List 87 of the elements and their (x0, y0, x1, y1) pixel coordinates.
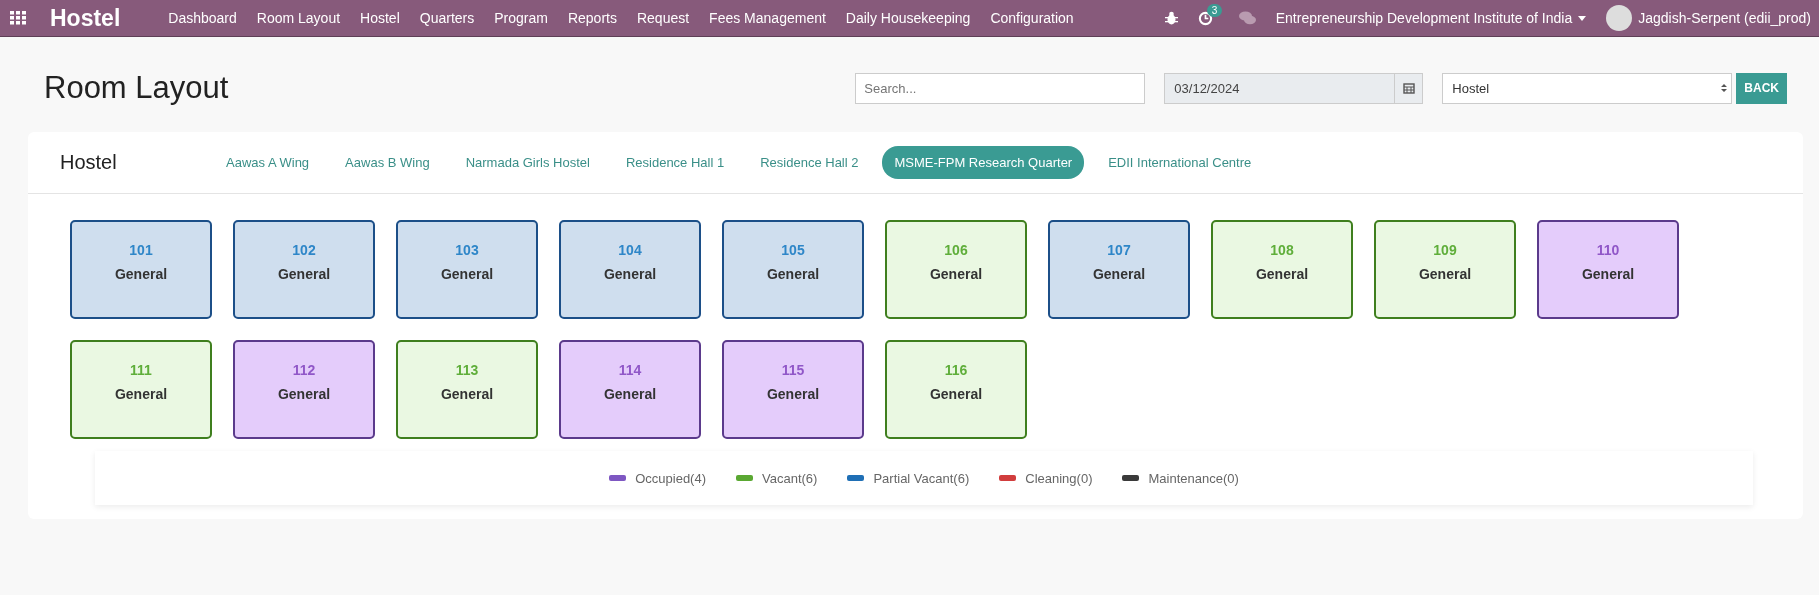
room-number: 102 (292, 242, 316, 258)
room-number: 115 (781, 362, 805, 378)
menu-item[interactable]: Hostel (350, 10, 410, 26)
room-card[interactable]: 110 General (1537, 220, 1679, 319)
room-number: 109 (1433, 242, 1457, 258)
room-number: 111 (130, 362, 152, 378)
room-card[interactable]: 103 General (396, 220, 538, 319)
company-switcher[interactable]: Entrepreneurship Development Institute of India (1275, 10, 1587, 26)
room-number: 114 (618, 362, 642, 378)
room-card[interactable]: 115 General (722, 340, 864, 439)
hostel-tab[interactable]: Narmada Girls Hostel (453, 146, 602, 179)
room-type: General (1092, 266, 1146, 282)
room-type: General (929, 386, 983, 402)
bug-icon[interactable] (1164, 11, 1178, 25)
room-card[interactable]: 116 General (885, 340, 1027, 439)
hostel-tab[interactable]: Aawas B Wing (333, 146, 442, 179)
room-type: General (929, 266, 983, 282)
legend-label: Occupied(4) (635, 470, 706, 486)
room-type: General (603, 386, 657, 402)
legend-label: Maintenance(0) (1148, 470, 1239, 486)
room-type: General (1418, 266, 1472, 282)
apps-menu-icon[interactable] (10, 11, 26, 25)
room-number: 106 (944, 242, 968, 258)
room-number: 104 (618, 242, 642, 258)
room-type: General (114, 386, 168, 402)
page-title: Room Layout (44, 70, 229, 106)
room-number: 116 (944, 362, 968, 378)
room-card[interactable]: 105 General (722, 220, 864, 319)
room-card[interactable]: 106 General (885, 220, 1027, 319)
room-type: General (1255, 266, 1309, 282)
room-card[interactable]: 104 General (559, 220, 701, 319)
room-type: General (440, 266, 494, 282)
menu-item[interactable]: Configuration (980, 10, 1084, 26)
room-number: 112 (292, 362, 316, 378)
room-type: General (766, 386, 820, 402)
legend-label: Cleaning(0) (1025, 470, 1093, 486)
back-button[interactable]: BACK (1736, 72, 1787, 104)
room-type: General (766, 266, 820, 282)
room-type: General (277, 386, 331, 402)
search-field[interactable]: Search... (855, 72, 1146, 104)
room-number: 101 (129, 242, 153, 258)
room-card[interactable]: 107 General (1048, 220, 1190, 319)
panel-title: Hostel (60, 151, 118, 174)
activity-badge: 3 (1206, 3, 1223, 17)
room-type: General (440, 386, 494, 402)
menu-item[interactable]: Fees Management (699, 10, 836, 26)
date-field[interactable]: 03/12/2024 (1164, 72, 1424, 104)
room-number: 107 (1107, 242, 1131, 258)
room-number: 103 (455, 242, 479, 258)
hostel-tab[interactable]: EDII International Centre (1096, 146, 1264, 179)
clock-icon[interactable] (1197, 10, 1213, 26)
menu-item[interactable]: Daily Housekeeping (835, 10, 981, 26)
user-menu[interactable]: Jagdish-Serpent (edii_prod) (1606, 5, 1811, 31)
room-type: General (114, 266, 168, 282)
room-card[interactable]: 111 General (70, 340, 212, 439)
room-card[interactable]: 108 General (1211, 220, 1353, 319)
menu-item[interactable]: Request (626, 10, 700, 26)
menu-item[interactable]: Room Layout (246, 10, 351, 26)
hostel-select[interactable]: Hostel (1442, 72, 1733, 104)
room-card[interactable]: 114 General (559, 340, 701, 439)
menu-item[interactable]: Quarters (409, 10, 485, 26)
room-card[interactable]: 102 General (233, 220, 375, 319)
hostel-tab[interactable]: MSME-FPM Research Quarter (882, 146, 1085, 179)
hostel-tab[interactable]: Residence Hall 2 (748, 146, 871, 179)
room-card[interactable]: 112 General (233, 340, 375, 439)
menu-item[interactable]: Reports (557, 10, 627, 26)
room-card[interactable]: 109 General (1374, 220, 1516, 319)
caret-icon (1578, 15, 1587, 21)
hostel-tab[interactable]: Aawas A Wing (214, 146, 322, 179)
room-number: 110 (1596, 242, 1620, 258)
room-type: General (603, 266, 657, 282)
menu-item[interactable]: Dashboard (158, 10, 247, 26)
room-number: 113 (455, 362, 479, 378)
room-number: 105 (781, 242, 805, 258)
app-title: Hostel (50, 4, 121, 32)
menu-item[interactable]: Program (484, 10, 558, 26)
room-type: General (1581, 266, 1635, 282)
room-type: General (277, 266, 331, 282)
calendar-icon[interactable] (1402, 82, 1415, 94)
room-card[interactable]: 113 General (396, 340, 538, 439)
room-number: 108 (1270, 242, 1294, 258)
room-card[interactable]: 101 General (70, 220, 212, 319)
avatar-icon (1606, 5, 1633, 31)
legend-label: Vacant(6) (762, 470, 818, 486)
hostel-tab[interactable]: Residence Hall 1 (613, 146, 737, 179)
caret-icon (1721, 84, 1728, 92)
legend-label: Partial Vacant(6) (873, 470, 970, 486)
